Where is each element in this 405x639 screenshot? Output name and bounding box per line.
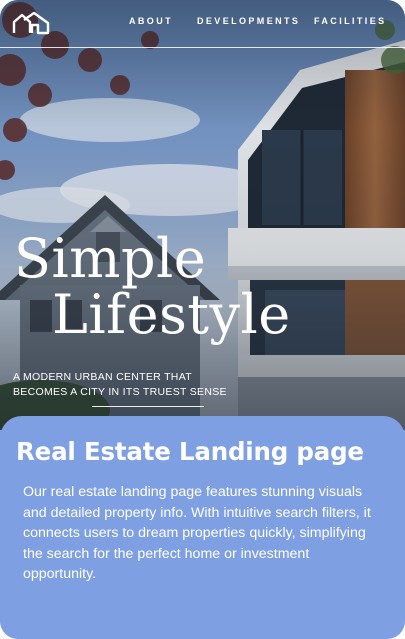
card-description: Our real estate landing page features st… bbox=[23, 484, 371, 582]
hero-overlay bbox=[0, 0, 405, 430]
nav-link-facilities[interactable]: FACILITIES bbox=[314, 16, 387, 26]
hero-section: ABOUT DEVELOPMENTS FACILITIES Simple Lif… bbox=[0, 0, 405, 430]
nav-link-about[interactable]: ABOUT bbox=[129, 16, 173, 26]
landing-card-frame: ABOUT DEVELOPMENTS FACILITIES Simple Lif… bbox=[0, 0, 405, 639]
hero-headline: Simple Lifestyle bbox=[14, 232, 291, 342]
hero-headline-line2: Lifestyle bbox=[52, 283, 291, 346]
hero-headline-line1: Simple bbox=[14, 227, 207, 290]
nav-link-developments[interactable]: DEVELOPMENTS bbox=[197, 16, 300, 26]
hero-tagline: A MODERN URBAN CENTER THAT BECOMES A CIT… bbox=[13, 371, 227, 398]
main-nav: ABOUT DEVELOPMENTS FACILITIES bbox=[0, 16, 405, 30]
header-divider bbox=[0, 47, 405, 48]
card-title: Real Estate Landing page bbox=[16, 437, 364, 466]
hero-divider bbox=[92, 406, 204, 407]
description-card: Real Estate Landing page Our real estate… bbox=[0, 416, 405, 639]
